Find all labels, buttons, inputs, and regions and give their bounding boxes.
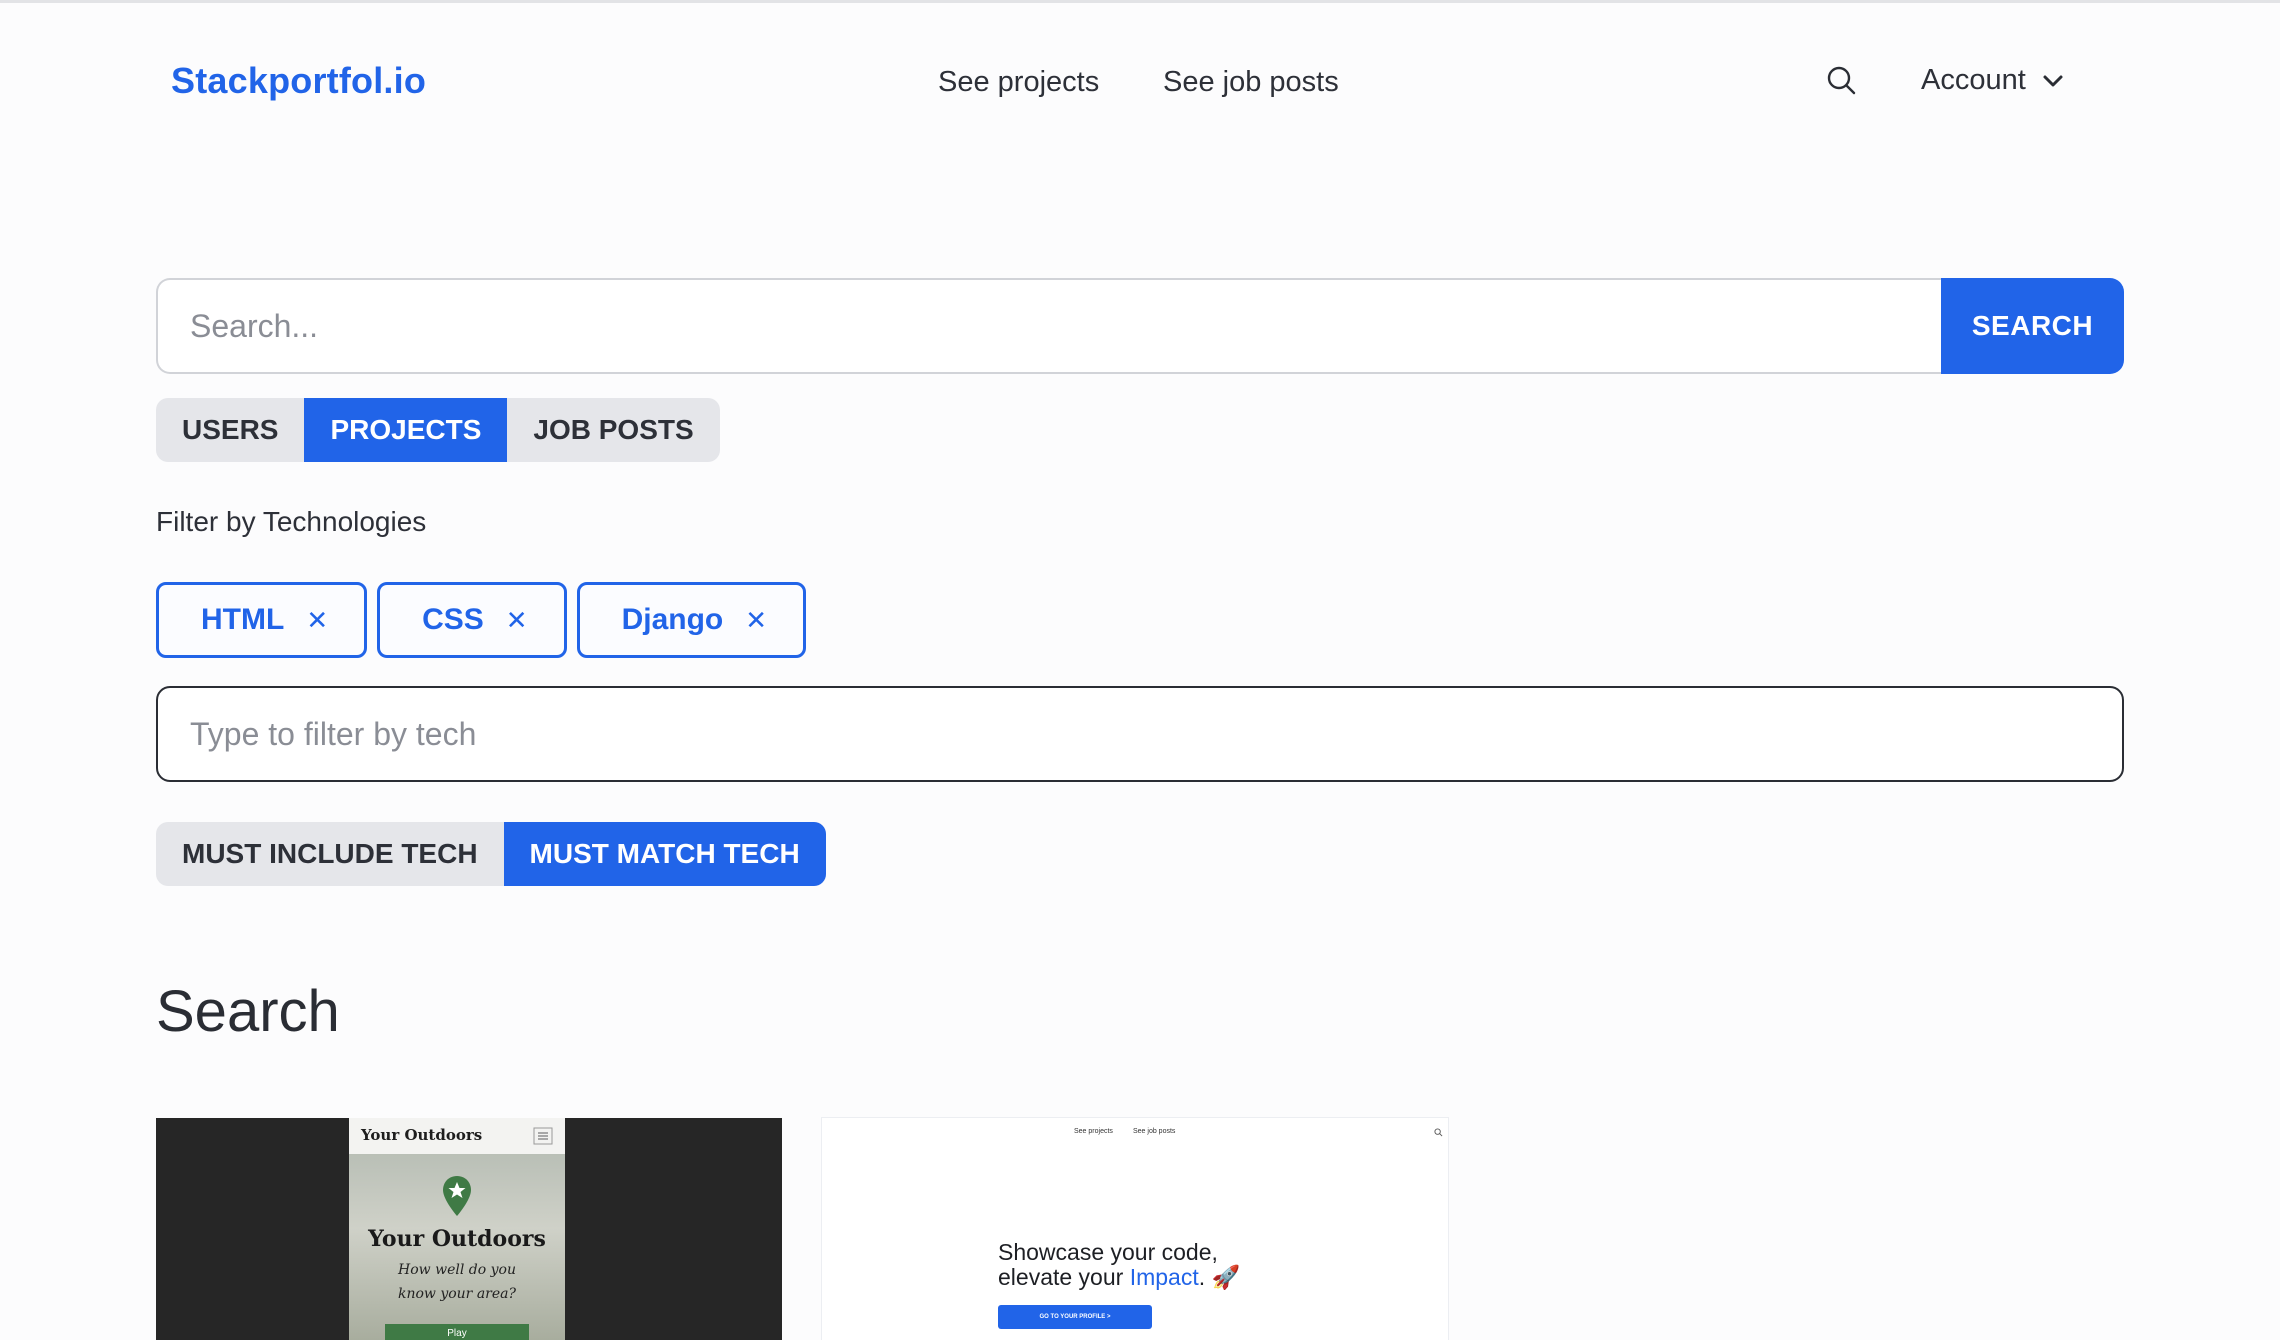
map-pin-icon bbox=[443, 1176, 471, 1216]
preview-headline-end: . 🚀 bbox=[1198, 1264, 1241, 1290]
tab-job-posts[interactable]: JOB POSTS bbox=[507, 398, 719, 462]
account-label: Account bbox=[1921, 64, 2026, 96]
preview-nav-link: See projects bbox=[1074, 1128, 1113, 1135]
results-heading: Search bbox=[156, 979, 340, 1044]
tech-chip-django[interactable]: Django ✕ bbox=[576, 582, 807, 658]
window-top-border bbox=[0, 0, 2280, 3]
must-include-tech-button[interactable]: MUST INCLUDE TECH bbox=[156, 822, 504, 886]
tech-match-mode-toggle: MUST INCLUDE TECH MUST MATCH TECH bbox=[156, 822, 826, 886]
project-card[interactable]: See projects See job posts Showcase your… bbox=[822, 1118, 1448, 1340]
chip-label: HTML bbox=[201, 603, 285, 636]
search-button[interactable]: SEARCH bbox=[1941, 278, 2124, 374]
preview-headline-line-2: elevate your Impact. 🚀 bbox=[998, 1265, 1240, 1290]
project-preview-image: Your Outdoors Your Outdoors How well do … bbox=[349, 1118, 565, 1340]
preview-play-button: Play bbox=[385, 1324, 529, 1340]
preview-headline-text: elevate your bbox=[998, 1264, 1130, 1290]
preview-nav-link: See job posts bbox=[1133, 1128, 1176, 1135]
account-menu[interactable]: Account bbox=[1921, 64, 2066, 97]
chip-label: Django bbox=[621, 603, 724, 636]
preview-subtitle-line-2: know your area? bbox=[397, 1286, 517, 1302]
preview-logo: Your Outdoors bbox=[361, 1126, 483, 1144]
nav-link-see-job-posts[interactable]: See job posts bbox=[1163, 66, 1339, 99]
close-icon[interactable]: ✕ bbox=[745, 607, 767, 633]
tech-filter-input[interactable] bbox=[156, 686, 2124, 782]
preview-title: Your Outdoors bbox=[368, 1226, 546, 1252]
tech-chip-html[interactable]: HTML ✕ bbox=[156, 582, 368, 658]
result-type-tabs: USERS PROJECTS JOB POSTS bbox=[156, 398, 720, 462]
site-logo[interactable]: Stackportfol.io bbox=[171, 60, 426, 102]
search-input[interactable] bbox=[156, 278, 1975, 374]
nav-link-see-projects[interactable]: See projects bbox=[938, 66, 1099, 99]
chevron-down-icon bbox=[2043, 75, 2063, 86]
preview-headline-line-1: Showcase your code, bbox=[998, 1239, 1218, 1265]
tab-projects[interactable]: PROJECTS bbox=[304, 398, 508, 462]
project-card[interactable]: Your Outdoors Your Outdoors How well do … bbox=[156, 1118, 782, 1340]
preview-subtitle-line-1: How well do you bbox=[398, 1262, 516, 1278]
close-icon[interactable]: ✕ bbox=[506, 607, 528, 633]
close-icon[interactable]: ✕ bbox=[306, 607, 328, 633]
tab-users[interactable]: USERS bbox=[156, 398, 304, 462]
preview-subtitle: How well do you know your area? bbox=[349, 1258, 565, 1306]
preview-headline: Showcase your code, elevate your Impact.… bbox=[998, 1240, 1240, 1290]
must-match-tech-button[interactable]: MUST MATCH TECH bbox=[503, 822, 826, 886]
search-icon[interactable] bbox=[1823, 62, 1861, 100]
tech-chip-list: HTML ✕ CSS ✕ Django ✕ bbox=[156, 582, 807, 658]
search-icon bbox=[1434, 1128, 1443, 1137]
menu-icon bbox=[533, 1127, 553, 1145]
preview-header: Your Outdoors bbox=[349, 1118, 565, 1154]
search-bar: SEARCH bbox=[156, 278, 2124, 374]
preview-headline-impact: Impact bbox=[1129, 1264, 1199, 1290]
tech-chip-css[interactable]: CSS ✕ bbox=[377, 582, 567, 658]
filter-by-technologies-label: Filter by Technologies bbox=[156, 506, 427, 537]
preview-profile-button: GO TO YOUR PROFILE > bbox=[998, 1305, 1152, 1329]
chip-label: CSS bbox=[422, 603, 484, 636]
